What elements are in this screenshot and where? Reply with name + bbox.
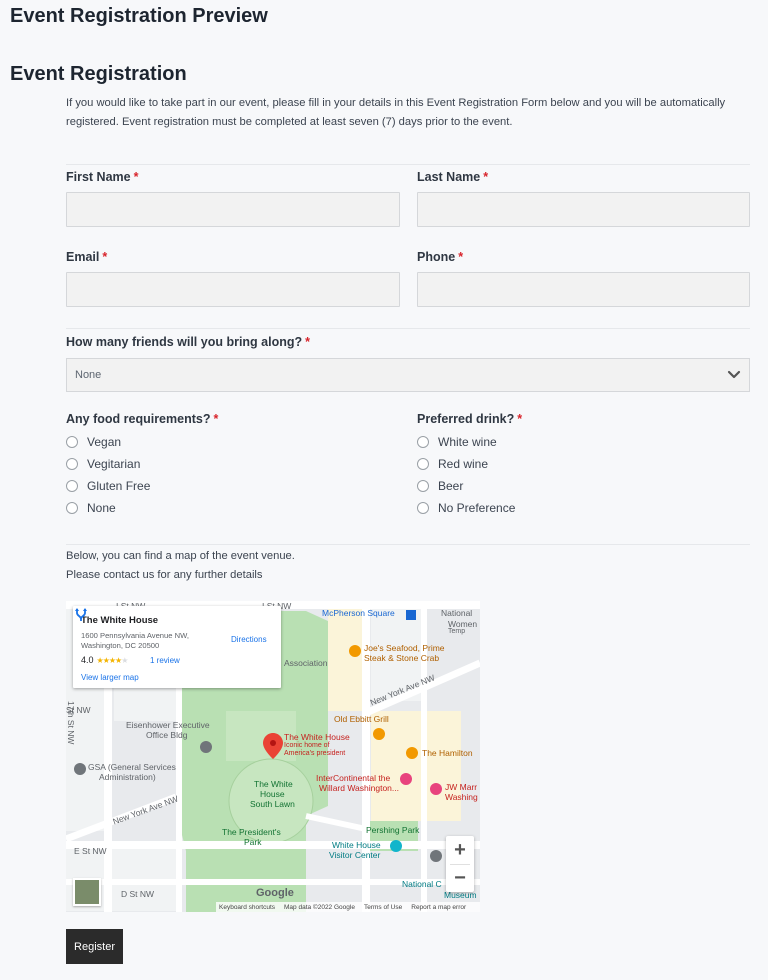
map-label: Steak & Stone Crab	[364, 653, 440, 663]
radio-label: Beer	[438, 479, 464, 493]
map-label: House	[260, 789, 285, 799]
friends-select[interactable]: None	[66, 358, 750, 392]
form-title: Event Registration	[10, 63, 187, 85]
map-label: E St NW	[74, 846, 107, 856]
google-logo: Google	[256, 887, 294, 899]
map-label: National C	[402, 879, 442, 889]
radio-button[interactable]	[417, 458, 429, 470]
map-label: Temp	[448, 628, 466, 635]
drink-label: Preferred drink? *	[417, 412, 523, 426]
map-label: 17th St NW	[66, 701, 76, 745]
reviews-link[interactable]: 1 review	[150, 656, 180, 665]
map-note-1: Below, you can find a map of the event v…	[66, 550, 295, 562]
map-label: Willard Washington...	[319, 783, 399, 793]
keyboard-shortcuts-link[interactable]: Keyboard shortcuts	[219, 904, 275, 911]
food-option-gluten-free[interactable]: Gluten Free	[66, 478, 150, 494]
last-name-label: Last Name *	[417, 170, 489, 184]
directions-link[interactable]: Directions	[231, 635, 267, 644]
map-label: Iconic home of	[284, 742, 330, 749]
directions-icon[interactable]	[73, 606, 89, 622]
friends-label: How many friends will you bring along? *	[66, 335, 311, 349]
map-label: National	[441, 608, 473, 618]
friends-selected-value: None	[75, 369, 102, 381]
place-address: 1600 Pennsylvania Avenue NW, Washington,…	[81, 631, 189, 650]
map-note-2: Please contact us for any further detail…	[66, 569, 263, 581]
map-label: D St NW	[121, 889, 155, 899]
divider	[66, 164, 750, 165]
radio-label: Gluten Free	[87, 479, 151, 493]
map-label: The President's	[222, 827, 281, 837]
radio-label: None	[87, 501, 116, 515]
drink-option-beer[interactable]: Beer	[417, 478, 463, 494]
map-label: Park	[244, 837, 262, 847]
zoom-out-button[interactable]: −	[446, 864, 474, 892]
rating-value: 4.0	[81, 655, 94, 665]
zoom-controls: + −	[446, 836, 474, 892]
map-label: Association	[284, 658, 328, 668]
map-label: JW Marr	[445, 782, 478, 792]
map-label: Eisenhower Executive	[126, 720, 210, 730]
food-option-none[interactable]: None	[66, 500, 116, 516]
drink-option-white-wine[interactable]: White wine	[417, 434, 497, 450]
food-option-vegan[interactable]: Vegan	[66, 434, 121, 450]
radio-label: No Preference	[438, 501, 516, 515]
map-label: Visitor Center	[329, 850, 381, 860]
first-name-label: First Name *	[66, 170, 139, 184]
map-label: South Lawn	[250, 799, 295, 809]
place-rating: 4.0 ★★★★★	[81, 655, 129, 665]
phone-label: Phone *	[417, 250, 464, 264]
radio-button[interactable]	[417, 436, 429, 448]
divider	[66, 544, 750, 545]
map-label: Pershing Park	[366, 825, 420, 835]
radio-button[interactable]	[66, 502, 78, 514]
register-button[interactable]: Register	[66, 929, 123, 964]
chevron-down-icon	[727, 370, 741, 379]
map-label: The White	[254, 779, 293, 789]
map-label: The White House	[284, 732, 350, 742]
zoom-in-button[interactable]: +	[446, 836, 474, 864]
radio-button[interactable]	[66, 458, 78, 470]
drink-option-no-preference[interactable]: No Preference	[417, 500, 515, 516]
map-label: Old Ebbitt Grill	[334, 714, 389, 724]
radio-label: Vegan	[87, 435, 122, 449]
view-larger-map-link[interactable]: View larger map	[81, 673, 139, 682]
email-input[interactable]	[66, 272, 400, 307]
place-card: The White House 1600 Pennsylvania Avenue…	[73, 606, 281, 688]
satellite-toggle-button[interactable]	[73, 878, 101, 906]
radio-button[interactable]	[66, 436, 78, 448]
place-title: The White House	[81, 615, 159, 626]
radio-label: Red wine	[438, 457, 489, 471]
food-label: Any food requirements? *	[66, 412, 219, 426]
map-attribution: Keyboard shortcuts Map data ©2022 Google…	[216, 902, 480, 912]
terms-link[interactable]: Terms of Use	[364, 904, 402, 911]
radio-button[interactable]	[66, 480, 78, 492]
map-label: GSA (General Services	[88, 762, 176, 772]
map-label: InterContinental the	[316, 773, 391, 783]
intro-text: If you would like to take part in our ev…	[66, 97, 726, 128]
map-label: White House	[332, 840, 381, 850]
radio-label: Vegitarian	[87, 457, 141, 471]
star-rating-icon: ★★★★★	[96, 655, 129, 665]
report-error-link[interactable]: Report a map error	[411, 904, 466, 911]
food-option-vegitarian[interactable]: Vegitarian	[66, 456, 140, 472]
radio-button[interactable]	[417, 502, 429, 514]
map-label: America's president	[284, 750, 346, 757]
map-label: McPherson Square	[322, 608, 395, 618]
preview-title: Event Registration Preview	[10, 5, 268, 27]
map-label: The Hamilton	[422, 748, 473, 758]
email-label: Email *	[66, 250, 108, 264]
first-name-input[interactable]	[66, 192, 400, 227]
map-label: Administration)	[99, 772, 156, 782]
radio-label: White wine	[438, 435, 497, 449]
map-label: Joe's Seafood, Prime	[364, 643, 445, 653]
map-data-text: Map data ©2022 Google	[284, 903, 355, 911]
radio-button[interactable]	[417, 480, 429, 492]
map-label: Washing	[445, 792, 478, 802]
map-label: Office Bldg	[146, 730, 188, 740]
venue-map[interactable]: I St NW I St NW McPherson Square Nationa…	[66, 601, 480, 912]
last-name-input[interactable]	[417, 192, 750, 227]
phone-input[interactable]	[417, 272, 750, 307]
drink-option-red-wine[interactable]: Red wine	[417, 456, 488, 472]
divider	[66, 328, 750, 329]
